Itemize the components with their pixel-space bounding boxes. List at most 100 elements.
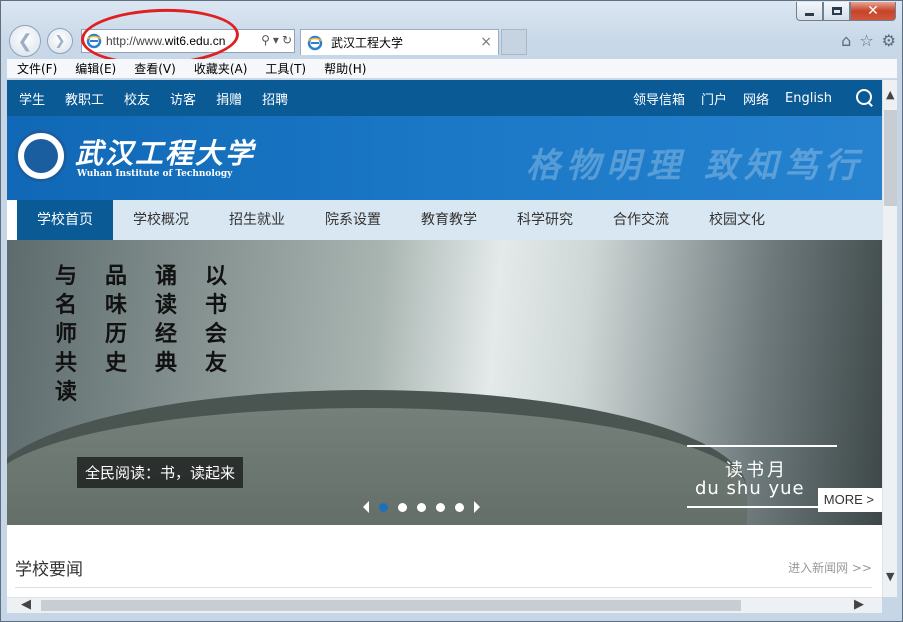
carousel-dot[interactable] xyxy=(379,502,388,512)
carousel-dot[interactable] xyxy=(398,502,407,512)
topbar-link-english[interactable]: English xyxy=(785,91,832,106)
forward-button[interactable]: ❯ xyxy=(47,28,73,54)
topbar-link-alumni[interactable]: 校友 xyxy=(124,89,150,108)
tools-gear-icon[interactable]: ⚙ xyxy=(882,31,896,50)
minimize-icon xyxy=(805,12,814,16)
scroll-up-icon[interactable]: ▲ xyxy=(886,88,894,101)
news-divider xyxy=(15,587,872,588)
scroll-down-icon[interactable]: ▼ xyxy=(886,570,894,583)
poem-char: 会 xyxy=(205,321,228,347)
main-navigation: 学校首页 学校概况 招生就业 院系设置 教育教学 科学研究 合作交流 校园文化 xyxy=(17,200,882,240)
caption-buttons: ✕ xyxy=(796,2,896,21)
close-button[interactable]: ✕ xyxy=(850,2,896,21)
carousel-dot[interactable] xyxy=(436,502,445,512)
topbar-link-donate[interactable]: 捐赠 xyxy=(216,89,242,108)
site-search-icon[interactable] xyxy=(856,89,874,107)
seal-inner xyxy=(24,139,58,173)
horizontal-scrollbar[interactable]: ◀ ▶ xyxy=(7,597,882,613)
poem-column: 品 味 历 史 xyxy=(105,262,127,407)
poem-char: 史 xyxy=(105,350,128,376)
site-header: 武汉工程大学 Wuhan Institute of Technology 格物明… xyxy=(7,116,882,200)
topbar-link-network[interactable]: 网络 xyxy=(743,89,769,108)
home-icon[interactable]: ⌂ xyxy=(841,31,851,50)
forward-arrow-icon: ❯ xyxy=(54,33,66,49)
topbar-link-portal[interactable]: 门户 xyxy=(701,89,727,108)
topbar-link-staff[interactable]: 教职工 xyxy=(65,89,104,108)
search-icon[interactable]: ⚲ xyxy=(261,33,270,47)
dropdown-icon[interactable]: ▾ xyxy=(273,33,279,47)
topbar-link-jobs[interactable]: 招聘 xyxy=(262,89,288,108)
refresh-icon[interactable]: ↻ xyxy=(282,33,292,47)
banner-more-button[interactable]: MORE > xyxy=(817,488,882,512)
menu-tools[interactable]: 工具(T) xyxy=(255,60,314,77)
toolbar-right-icons: ⌂ ☆ ⚙ xyxy=(841,31,896,50)
nav-campus-culture[interactable]: 校园文化 xyxy=(689,200,785,240)
school-name-cn: 武汉工程大学 xyxy=(75,137,256,170)
poem-char: 典 xyxy=(155,350,178,376)
poem-char: 读 xyxy=(55,379,78,405)
topbar-link-visitors[interactable]: 访客 xyxy=(170,89,196,108)
carousel-dot[interactable] xyxy=(455,502,464,512)
scroll-right-icon[interactable]: ▶ xyxy=(854,597,864,612)
carousel-next-icon[interactable] xyxy=(474,501,480,513)
nav-admissions[interactable]: 招生就业 xyxy=(209,200,305,240)
nav-cooperation[interactable]: 合作交流 xyxy=(593,200,689,240)
banner-divider-bottom xyxy=(687,506,837,508)
maximize-icon xyxy=(831,7,842,15)
banner-title-pinyin: du shu yue xyxy=(695,478,805,499)
nav-home[interactable]: 学校首页 xyxy=(17,200,113,240)
menu-edit[interactable]: 编辑(E) xyxy=(65,60,124,77)
poem-char: 师 xyxy=(55,321,78,347)
nav-about[interactable]: 学校概况 xyxy=(113,200,209,240)
news-title: 学校要闻 xyxy=(15,560,83,580)
new-tab-button[interactable] xyxy=(501,29,527,55)
poem-column: 诵 读 经 典 xyxy=(155,262,177,407)
site-topbar: 学生 教职工 校友 访客 捐赠 招聘 领导信箱 门户 网络 English xyxy=(7,80,882,116)
banner-caption[interactable]: 全民阅读：书，读起来 xyxy=(77,457,244,488)
poem-char: 与 xyxy=(55,263,78,289)
tab-close-icon[interactable]: × xyxy=(480,34,492,50)
address-bar-icons: ⚲ ▾ ↻ xyxy=(261,33,292,47)
school-motto: 格物明理 致知笃行 xyxy=(526,146,864,186)
school-seal-logo[interactable] xyxy=(15,130,67,182)
menu-favorites[interactable]: 收藏夹(A) xyxy=(184,60,256,77)
topbar-link-students[interactable]: 学生 xyxy=(19,89,45,108)
school-name-en: Wuhan Institute of Technology xyxy=(77,169,233,179)
nav-departments[interactable]: 院系设置 xyxy=(305,200,401,240)
menu-help[interactable]: 帮助(H) xyxy=(314,60,374,77)
poem-column: 与 名 师 共 读 xyxy=(55,262,77,407)
vertical-scrollbar[interactable]: ▲ ▼ xyxy=(882,80,897,597)
nav-education[interactable]: 教育教学 xyxy=(401,200,497,240)
carousel-prev-icon[interactable] xyxy=(363,501,369,513)
menu-bar: 文件(F) 编辑(E) 查看(V) 收藏夹(A) 工具(T) 帮助(H) xyxy=(7,59,897,79)
maximize-button[interactable] xyxy=(823,2,850,21)
news-more-link[interactable]: 进入新闻网 >> xyxy=(788,559,872,576)
poem-char: 以 xyxy=(205,263,228,289)
poem-char: 经 xyxy=(155,321,178,347)
browser-tab[interactable]: 武汉工程大学 × xyxy=(300,29,499,55)
news-section: 学校要闻 进入新闻网 >> xyxy=(7,525,882,597)
poem-column: 以 书 会 友 xyxy=(205,262,227,407)
hero-banner[interactable]: 与 名 师 共 读 品 味 历 史 诵 读 经 典 以 书 会 友 全民阅读：书… xyxy=(7,240,882,525)
horizontal-scroll-thumb[interactable] xyxy=(41,600,741,611)
favorites-star-icon[interactable]: ☆ xyxy=(859,31,873,50)
nav-research[interactable]: 科学研究 xyxy=(497,200,593,240)
ie-tab-icon xyxy=(307,35,323,50)
carousel-dot[interactable] xyxy=(417,502,426,512)
close-icon: ✕ xyxy=(867,3,879,19)
topbar-link-mailbox[interactable]: 领导信箱 xyxy=(633,89,685,108)
scroll-left-icon[interactable]: ◀ xyxy=(21,597,31,612)
menu-view[interactable]: 查看(V) xyxy=(124,60,184,77)
poem-char: 友 xyxy=(205,350,228,376)
back-arrow-icon: ❮ xyxy=(17,30,33,52)
poem-char: 诵 xyxy=(155,263,178,289)
vertical-scroll-thumb[interactable] xyxy=(884,110,897,206)
back-button[interactable]: ❮ xyxy=(9,25,41,57)
banner-divider-top xyxy=(687,445,837,447)
topbar-right: 领导信箱 门户 网络 English xyxy=(617,80,874,116)
menu-file[interactable]: 文件(F) xyxy=(7,60,65,77)
minimize-button[interactable] xyxy=(796,2,823,21)
poem-char: 品 xyxy=(105,263,128,289)
page-viewport: 学生 教职工 校友 访客 捐赠 招聘 领导信箱 门户 网络 English 武汉… xyxy=(7,80,882,597)
poem-char: 历 xyxy=(105,321,128,347)
